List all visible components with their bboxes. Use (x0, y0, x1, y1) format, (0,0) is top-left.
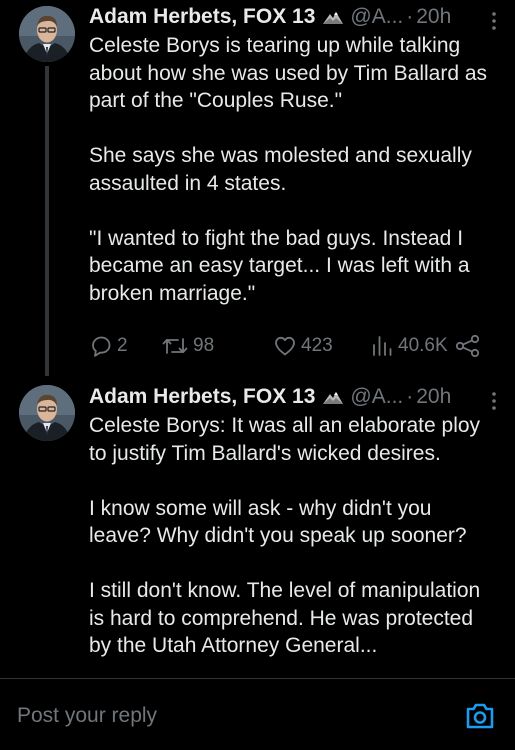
thread-connector (45, 66, 49, 376)
timestamp[interactable]: 20h (416, 384, 451, 410)
avatar-image (19, 6, 75, 62)
retweet-button[interactable]: 98 (161, 333, 214, 359)
like-button[interactable]: 423 (273, 333, 333, 359)
author-name[interactable]: Adam Herbets, FOX 13 (89, 384, 315, 410)
tweet-header: Adam Herbets, FOX 13 @A... · 20h (89, 384, 503, 410)
like-count: 423 (301, 335, 333, 356)
tweet-text: Celeste Borys is tearing up while talkin… (89, 32, 499, 307)
retweet-icon (162, 338, 188, 354)
view-count: 40.6K (398, 335, 448, 356)
share-icon (455, 334, 480, 358)
mountain-badge-icon (323, 392, 344, 404)
tweet-paragraph: Celeste Borys: It was all an elaborate p… (89, 414, 481, 465)
views-icon (373, 336, 392, 356)
tweet[interactable]: Adam Herbets, FOX 13 @A... · 20h Celeste… (0, 0, 515, 376)
timestamp[interactable]: 20h (416, 4, 451, 30)
reply-composer: Post your reply (0, 678, 515, 750)
tweet-paragraph: I know some will ask - why didn't you le… (89, 496, 467, 548)
reply-thread: Adam Herbets, FOX 13 @A... · 20h Celeste… (0, 0, 515, 750)
tweet-paragraph: She says she was molested and sexually a… (89, 144, 472, 195)
separator-dot: · (406, 385, 414, 408)
tweet-header: Adam Herbets, FOX 13 @A... · 20h (89, 4, 503, 30)
avatar[interactable] (19, 6, 75, 62)
like-icon (275, 336, 295, 356)
camera-icon[interactable] (464, 701, 496, 731)
more-icon[interactable] (491, 10, 497, 32)
tweet-text: Celeste Borys: It was all an elaborate p… (89, 412, 499, 660)
tweet-paragraph: Celeste Borys is tearing up while talkin… (89, 34, 488, 112)
tweet-paragraph: I still don't know. The level of manipul… (89, 579, 481, 657)
reply-button[interactable]: 2 (89, 333, 128, 359)
reply-input[interactable]: Post your reply (17, 704, 157, 728)
tweet[interactable]: Adam Herbets, FOX 13 @A... · 20h Celeste… (0, 376, 515, 678)
author-handle[interactable]: @A... (350, 384, 403, 410)
views-button[interactable]: 40.6K (370, 333, 448, 359)
avatar-image (19, 385, 75, 441)
more-icon[interactable] (491, 390, 497, 412)
author-handle[interactable]: @A... (350, 4, 403, 30)
reply-count: 2 (117, 335, 128, 356)
mountain-badge-icon (323, 12, 344, 24)
retweet-count: 98 (193, 335, 215, 356)
reply-icon (92, 336, 111, 357)
tweet-paragraph: "I wanted to fight the bad guys. Instead… (89, 226, 470, 305)
tweet-actions: 2 98 423 40.6K (89, 333, 499, 359)
separator-dot: · (406, 5, 414, 28)
author-name[interactable]: Adam Herbets, FOX 13 (89, 4, 315, 30)
avatar[interactable] (19, 385, 75, 441)
share-button[interactable] (455, 333, 481, 359)
